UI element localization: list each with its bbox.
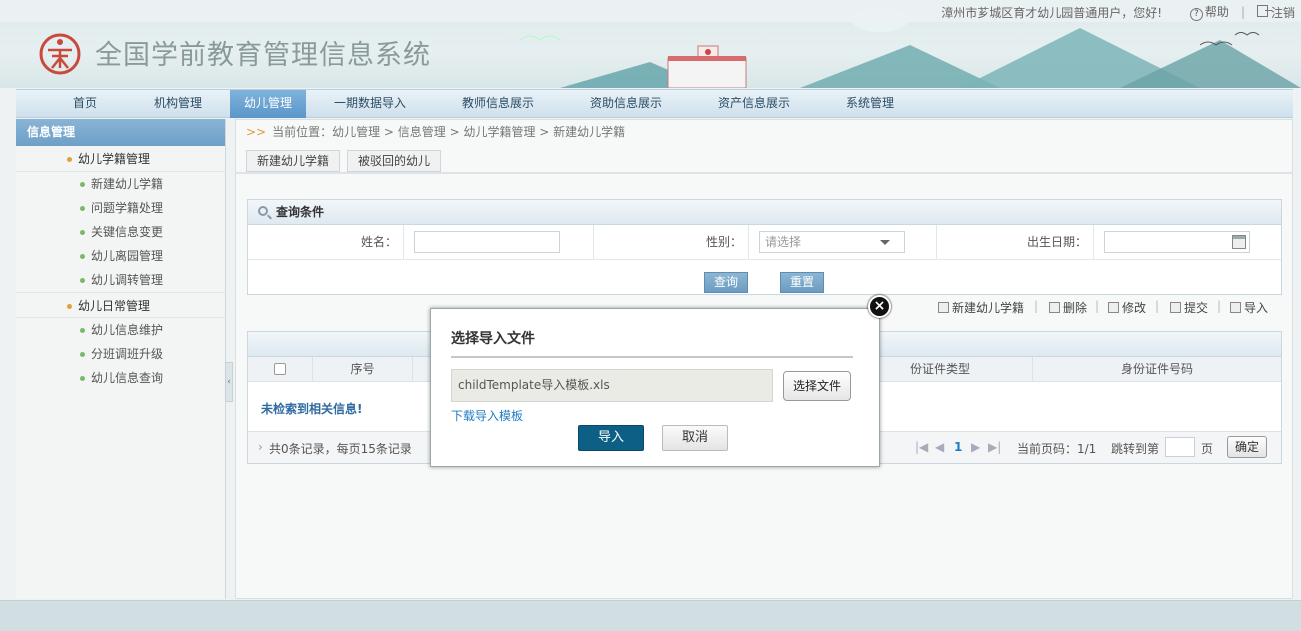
cancel-button[interactable]: 取消 — [662, 425, 728, 451]
dialog-divider — [451, 356, 853, 358]
import-button[interactable]: 导入 — [578, 425, 644, 451]
choose-file-button[interactable]: 选择文件 — [783, 371, 851, 401]
import-file-dialog: 选择导入文件 childTemplate导入模板.xls 选择文件 下载导入模板… — [430, 308, 880, 467]
dialog-title: 选择导入文件 — [451, 331, 535, 347]
close-icon[interactable]: × — [868, 295, 891, 318]
download-template-link[interactable]: 下载导入模板 — [451, 407, 523, 424]
selected-file-field[interactable]: childTemplate导入模板.xls — [451, 369, 773, 402]
